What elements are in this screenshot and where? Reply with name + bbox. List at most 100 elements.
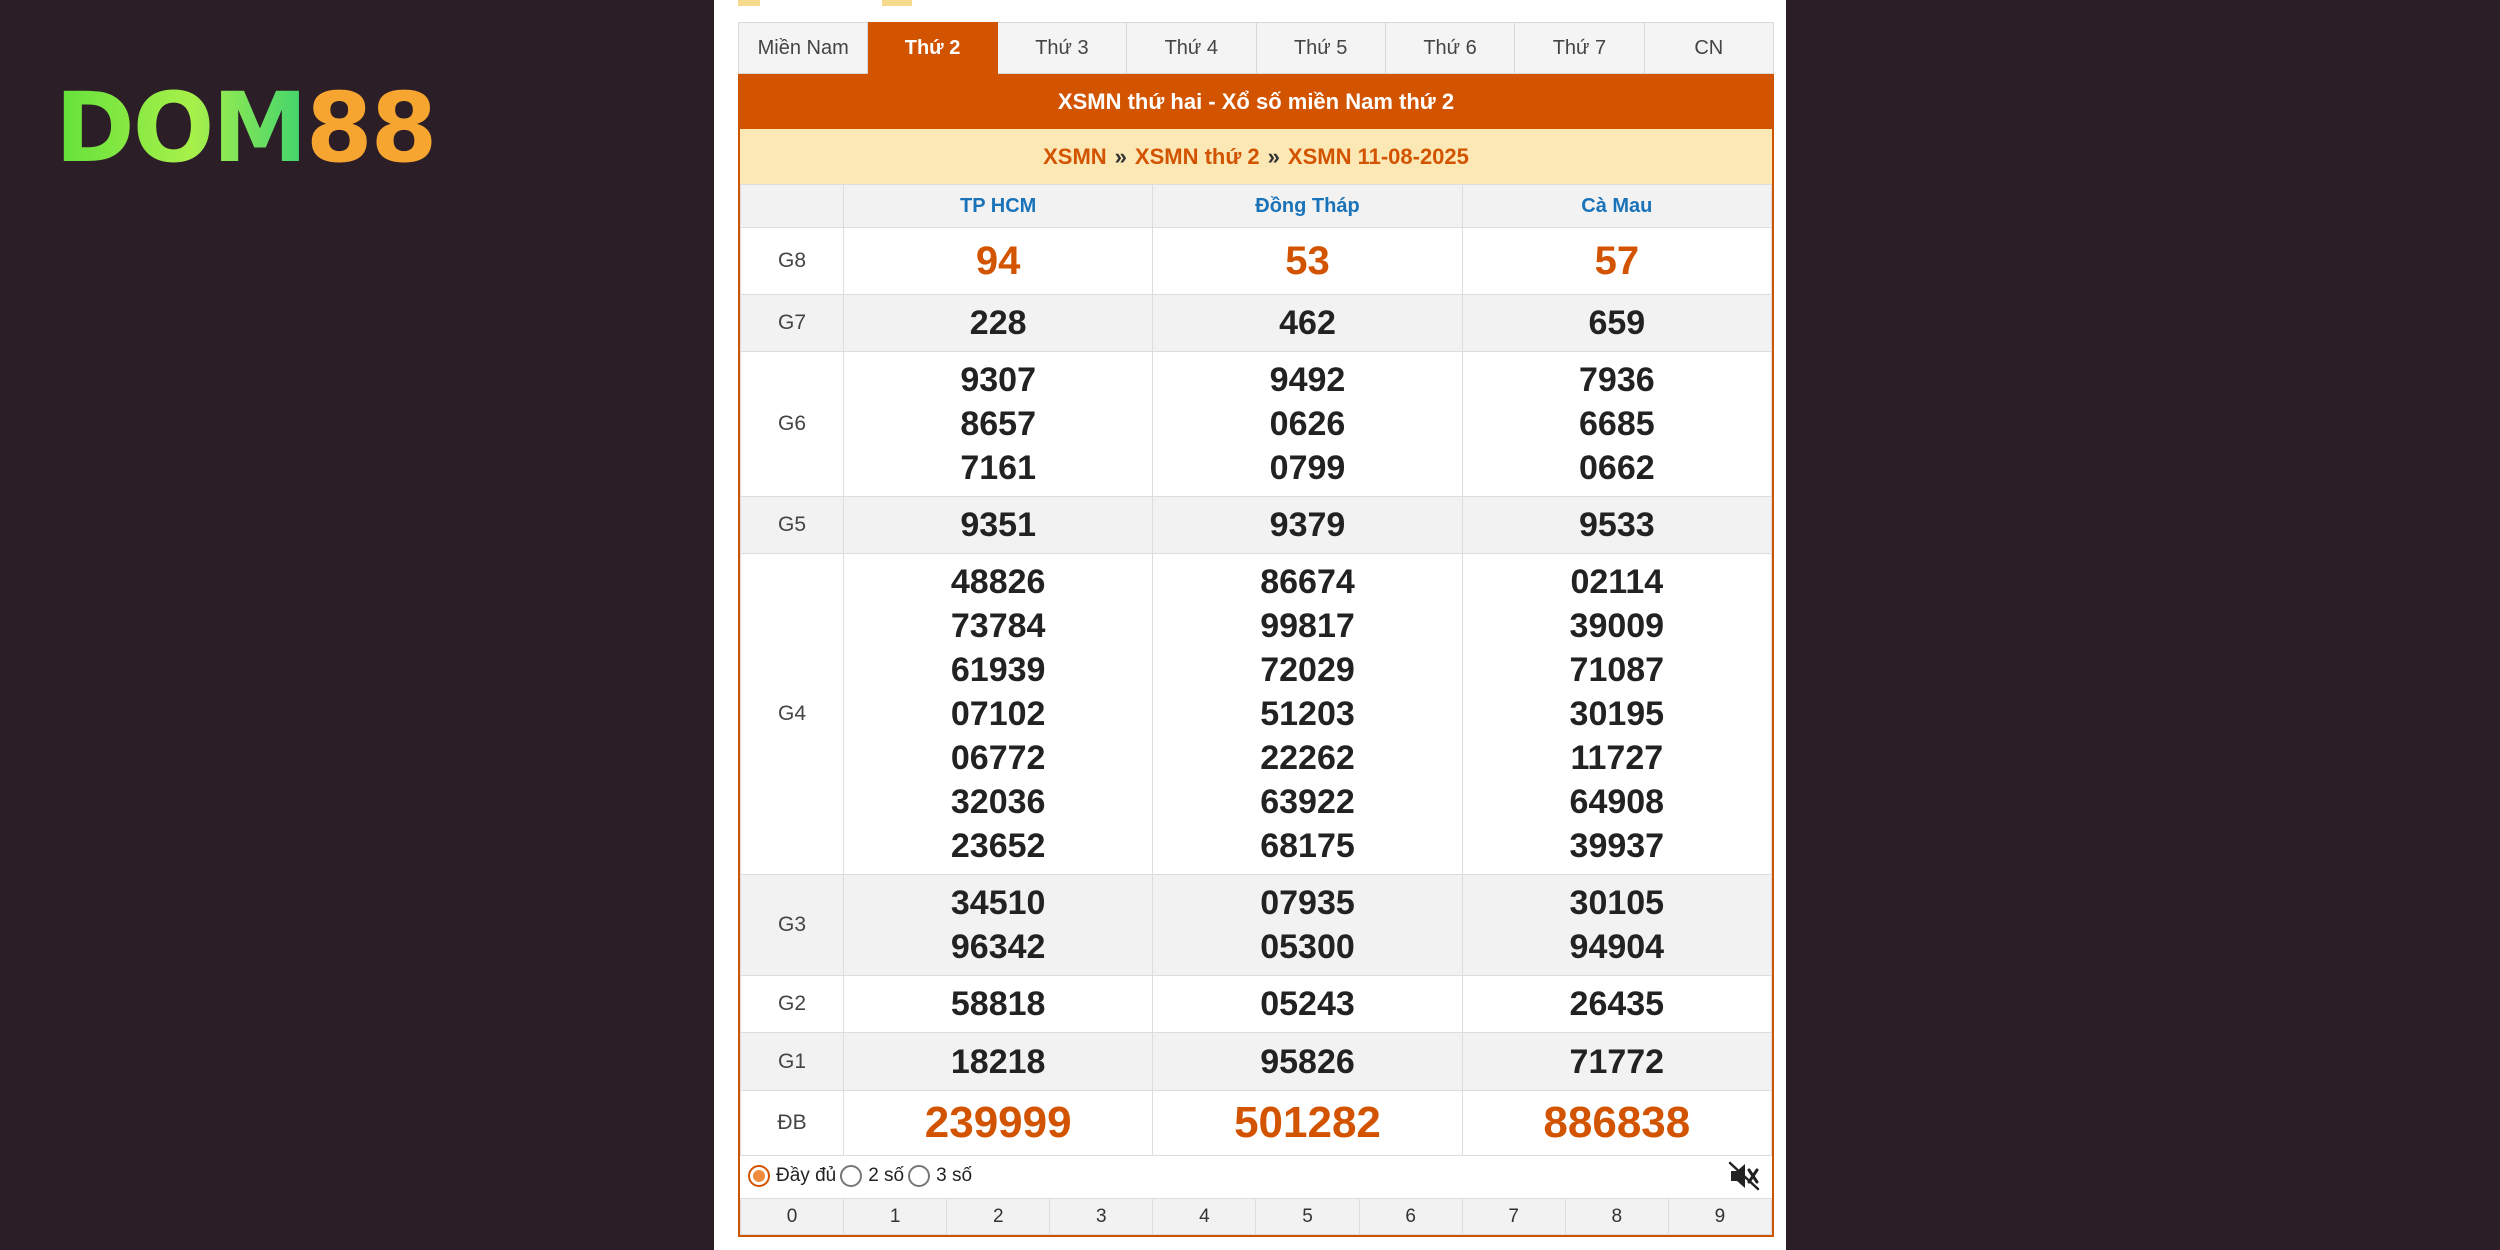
prize-number: 6685 bbox=[1579, 405, 1655, 443]
tab-3[interactable]: Thứ 4 bbox=[1127, 22, 1257, 74]
prize-row: G2 58818 05243 26435 bbox=[740, 975, 1773, 1033]
prize-number: 94 bbox=[975, 239, 1021, 283]
digit-filter-9[interactable]: 9 bbox=[1668, 1198, 1772, 1235]
digit-filter-1[interactable]: 1 bbox=[844, 1198, 948, 1235]
tab-4[interactable]: Thứ 5 bbox=[1256, 22, 1386, 74]
option-2-digits[interactable]: 2 số bbox=[840, 1164, 905, 1187]
header-blank-cell bbox=[740, 184, 844, 228]
tab-0[interactable]: Miền Nam bbox=[738, 22, 869, 74]
prize-row: G6 9307 8657 7161 9492 0626 0799 7936 6685 0662 bbox=[740, 351, 1773, 497]
prize-cell: 58818 bbox=[842, 975, 1154, 1033]
prize-row: G1 18218 95826 71772 bbox=[740, 1032, 1773, 1091]
mute-speaker-icon[interactable] bbox=[1728, 1161, 1760, 1191]
prize-number: 9307 bbox=[960, 361, 1036, 399]
radio-2-digits[interactable] bbox=[840, 1164, 863, 1187]
digit-filter-7[interactable]: 7 bbox=[1462, 1198, 1566, 1235]
prize-number: 0662 bbox=[1579, 449, 1655, 487]
prize-number: 7161 bbox=[960, 449, 1036, 487]
prize-label: G7 bbox=[740, 294, 844, 352]
breadcrumb-link-xsmn-thu-2[interactable]: XSMN thứ 2 bbox=[1135, 144, 1260, 170]
prize-number: 61939 bbox=[950, 651, 1046, 689]
prize-label: G8 bbox=[740, 227, 844, 295]
prize-cell: 05243 bbox=[1152, 975, 1463, 1033]
tab-1[interactable]: Thứ 2 bbox=[868, 22, 998, 74]
prize-label: G1 bbox=[740, 1032, 844, 1091]
prize-label: G2 bbox=[740, 975, 844, 1033]
breadcrumb-link-date[interactable]: XSMN 11-08-2025 bbox=[1288, 144, 1469, 170]
results-table: TP HCM Đồng Tháp Cà Mau G8 94 53 57 G7 228 462… bbox=[740, 184, 1773, 1156]
prize-number: 94904 bbox=[1569, 928, 1665, 966]
prize-number: 71772 bbox=[1569, 1042, 1665, 1081]
option-full[interactable]: Đầy đủ bbox=[748, 1164, 836, 1187]
digit-filter-2[interactable]: 2 bbox=[947, 1198, 1051, 1235]
prize-number: 462 bbox=[1279, 304, 1336, 342]
prize-number: 886838 bbox=[1543, 1098, 1691, 1147]
prize-number: 95826 bbox=[1260, 1042, 1355, 1081]
prize-row: G5 9351 9379 9533 bbox=[740, 496, 1773, 554]
digit-filter-8[interactable]: 8 bbox=[1565, 1198, 1669, 1235]
prize-number: 501282 bbox=[1234, 1098, 1381, 1147]
prize-number: 22262 bbox=[1260, 739, 1355, 777]
prize-number: 659 bbox=[1588, 304, 1646, 342]
prize-number: 63922 bbox=[1260, 783, 1355, 821]
prize-cell: 7936 6685 0662 bbox=[1461, 351, 1773, 497]
tab-7[interactable]: CN bbox=[1644, 22, 1774, 74]
prize-cell: 71772 bbox=[1461, 1032, 1773, 1091]
digit-filter-3[interactable]: 3 bbox=[1050, 1198, 1154, 1235]
prize-cell: 53 bbox=[1152, 227, 1463, 295]
prize-number: 96342 bbox=[950, 928, 1046, 966]
radio-3-digits[interactable] bbox=[908, 1164, 931, 1187]
prize-number: 11727 bbox=[1570, 739, 1664, 777]
prize-label: ĐB bbox=[740, 1090, 844, 1156]
option-3-digits-label: 3 số bbox=[936, 1164, 973, 1186]
prize-cell: 501282 bbox=[1152, 1090, 1463, 1156]
prize-row: G8 94 53 57 bbox=[740, 227, 1773, 295]
prize-cell: 26435 bbox=[1461, 975, 1773, 1033]
radio-full[interactable] bbox=[748, 1164, 770, 1187]
prize-cell: 18218 bbox=[842, 1032, 1154, 1091]
prize-cell: 9351 bbox=[842, 496, 1154, 554]
province-header-tp-hcm[interactable]: TP HCM bbox=[842, 184, 1154, 228]
tab-6[interactable]: Thứ 7 bbox=[1515, 22, 1645, 74]
prize-number: 30195 bbox=[1569, 695, 1665, 733]
prize-row: G3 34510 96342 07935 05300 30105 94904 bbox=[740, 874, 1773, 976]
option-2-digits-label: 2 số bbox=[868, 1164, 905, 1186]
province-header-dong-thap[interactable]: Đồng Tháp bbox=[1152, 184, 1463, 228]
digit-filter-0[interactable]: 0 bbox=[740, 1198, 845, 1235]
prize-cell: 9379 bbox=[1152, 496, 1463, 554]
digit-filter-4[interactable]: 4 bbox=[1153, 1198, 1257, 1235]
prize-cell: 48826 73784 61939 07102 06772 32036 23652 bbox=[842, 553, 1154, 875]
prize-number: 34510 bbox=[950, 884, 1046, 922]
prize-cell: 95826 bbox=[1152, 1032, 1463, 1091]
prize-number: 9379 bbox=[1269, 506, 1346, 544]
day-tabs: Miền Nam Thứ 2 Thứ 3 Thứ 4 Thứ 5 Thứ 6 Thứ 7 CN bbox=[738, 22, 1774, 74]
digit-filter-row: 0123456789 bbox=[740, 1198, 1772, 1235]
prize-number: 05243 bbox=[1260, 985, 1355, 1023]
digit-filter-5[interactable]: 5 bbox=[1256, 1198, 1360, 1235]
prize-number: 07102 bbox=[950, 695, 1046, 733]
top-strip-right bbox=[882, 0, 912, 6]
prize-number: 86674 bbox=[1260, 563, 1355, 601]
prize-cell: 34510 96342 bbox=[842, 874, 1154, 976]
option-3-digits[interactable]: 3 số bbox=[908, 1164, 973, 1187]
prize-number: 0626 bbox=[1269, 405, 1346, 443]
prize-cell: 07935 05300 bbox=[1152, 874, 1463, 976]
logo-text-88: 88 bbox=[305, 72, 438, 184]
prize-number: 8657 bbox=[960, 405, 1036, 443]
tab-5[interactable]: Thứ 6 bbox=[1385, 22, 1516, 74]
prize-cell: 30105 94904 bbox=[1461, 874, 1773, 976]
prize-number: 99817 bbox=[1260, 607, 1355, 645]
province-header-ca-mau[interactable]: Cà Mau bbox=[1461, 184, 1773, 228]
tab-2[interactable]: Thứ 3 bbox=[997, 22, 1128, 74]
top-strip-left bbox=[738, 0, 760, 6]
prize-number: 05300 bbox=[1260, 928, 1355, 966]
prize-cell: 9307 8657 7161 bbox=[842, 351, 1154, 497]
prize-number: 9533 bbox=[1579, 506, 1655, 544]
dom88-logo[interactable]: DOM88 bbox=[55, 80, 437, 176]
prize-row: ĐB 239999 501282 886838 bbox=[740, 1090, 1773, 1156]
prize-cell: 57 bbox=[1461, 227, 1773, 295]
breadcrumb-link-xsmn[interactable]: XSMN bbox=[1043, 144, 1107, 170]
prize-number: 18218 bbox=[950, 1042, 1046, 1081]
digit-filter-6[interactable]: 6 bbox=[1359, 1198, 1463, 1235]
prize-number: 9492 bbox=[1269, 361, 1346, 399]
